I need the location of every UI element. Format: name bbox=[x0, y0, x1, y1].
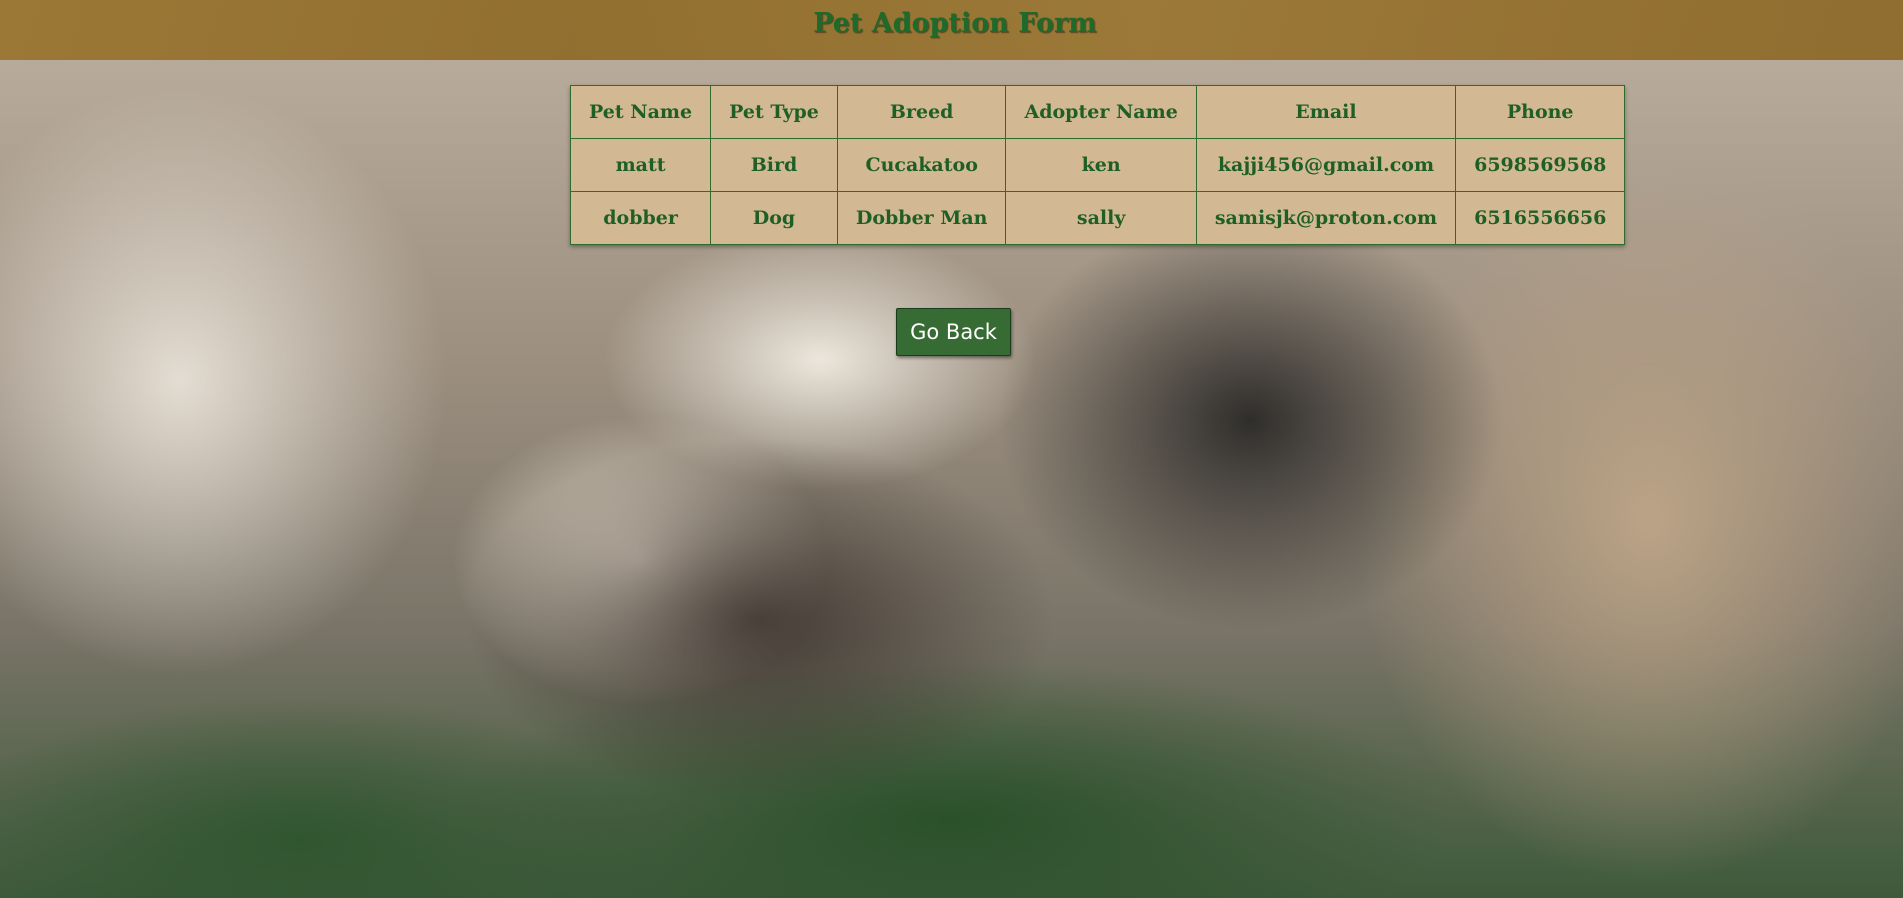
cell-phone: 6598569568 bbox=[1455, 138, 1626, 192]
column-header-pet-name: Pet Name bbox=[569, 85, 712, 139]
cell-pet-type: Dog bbox=[710, 191, 838, 245]
column-header-pet-type: Pet Type bbox=[710, 85, 838, 139]
cell-pet-name: matt bbox=[569, 138, 712, 192]
page-title: Pet Adoption Form bbox=[813, 8, 1097, 39]
cell-breed: Dobber Man bbox=[836, 191, 1007, 245]
cell-adopter-name: ken bbox=[1005, 138, 1197, 192]
cell-phone: 6516556656 bbox=[1455, 191, 1626, 245]
cell-pet-name: dobber bbox=[569, 191, 712, 245]
column-header-adopter-name: Adopter Name bbox=[1005, 85, 1197, 139]
cell-email: kajji456@gmail.com bbox=[1195, 138, 1457, 192]
go-back-button[interactable]: Go Back bbox=[896, 308, 1011, 356]
table-header-row: Pet Name Pet Type Breed Adopter Name Ema… bbox=[569, 85, 1626, 139]
adoption-table-container: Pet Name Pet Type Breed Adopter Name Ema… bbox=[569, 85, 1626, 245]
cell-adopter-name: sally bbox=[1005, 191, 1197, 245]
column-header-email: Email bbox=[1195, 85, 1457, 139]
table-row: dobber Dog Dobber Man sally samisjk@prot… bbox=[569, 191, 1626, 245]
cell-pet-type: Bird bbox=[710, 138, 838, 192]
cell-email: samisjk@proton.com bbox=[1195, 191, 1457, 245]
adoption-table: Pet Name Pet Type Breed Adopter Name Ema… bbox=[569, 85, 1626, 245]
cell-breed: Cucakatoo bbox=[836, 138, 1007, 192]
table-row: matt Bird Cucakatoo ken kajji456@gmail.c… bbox=[569, 138, 1626, 192]
column-header-phone: Phone bbox=[1455, 85, 1626, 139]
column-header-breed: Breed bbox=[836, 85, 1007, 139]
